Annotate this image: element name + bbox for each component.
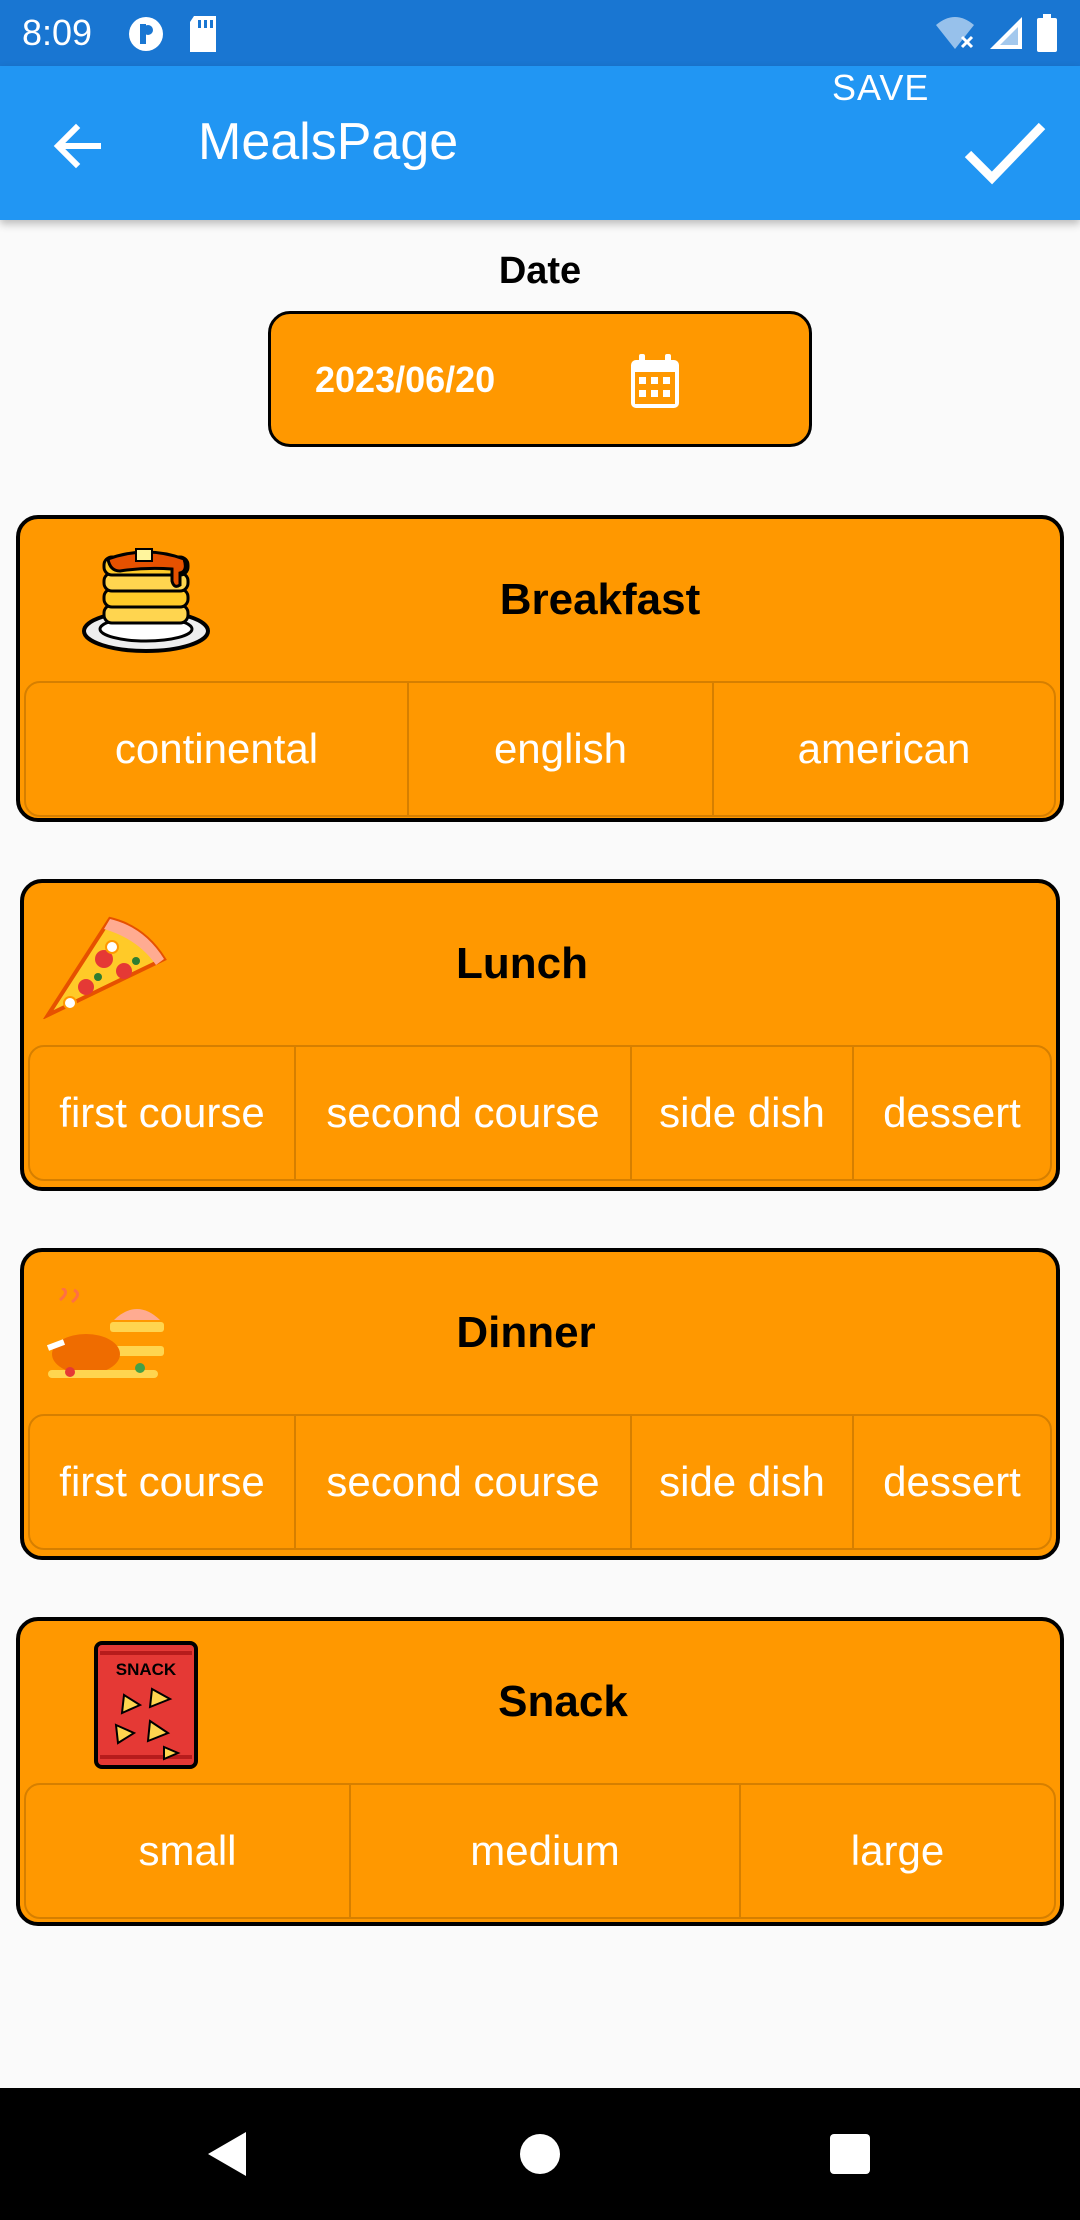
recents-square-icon — [830, 2134, 870, 2174]
option-second-course[interactable]: second course — [296, 1416, 632, 1548]
meal-options-breakfast: continental english american — [24, 681, 1056, 817]
navigation-bar — [0, 2088, 1080, 2220]
snack-bag-icon: SNACK — [94, 1641, 198, 1774]
nav-recents-button[interactable] — [820, 2124, 880, 2184]
option-large[interactable]: large — [741, 1785, 1054, 1917]
save-button[interactable] — [960, 106, 1048, 194]
wifi-off-icon — [934, 15, 976, 56]
pancakes-icon — [80, 545, 212, 662]
back-triangle-icon — [208, 2132, 246, 2176]
page-title: MealsPage — [198, 113, 459, 171]
roast-chicken-icon — [40, 1286, 170, 1389]
nav-back-button[interactable] — [198, 2124, 258, 2184]
option-side-dish[interactable]: side dish — [632, 1047, 854, 1179]
meal-card-lunch: Lunch first course second course side di… — [20, 879, 1060, 1191]
date-value: 2023/06/20 — [315, 359, 496, 400]
option-first-course[interactable]: first course — [30, 1047, 296, 1179]
sd-card-icon — [186, 14, 220, 59]
home-circle-icon — [520, 2134, 560, 2174]
snack-bag-label: SNACK — [116, 1660, 177, 1679]
option-american[interactable]: american — [714, 683, 1054, 815]
meal-title: Dinner — [456, 1308, 596, 1357]
meal-options-lunch: first course second course side dish des… — [28, 1045, 1052, 1181]
meal-title: Snack — [498, 1677, 628, 1726]
meal-title: Lunch — [456, 939, 588, 988]
save-label: SAVE — [832, 67, 930, 108]
option-dessert[interactable]: dessert — [854, 1416, 1050, 1548]
p-badge-icon — [126, 14, 166, 59]
option-side-dish[interactable]: side dish — [632, 1416, 854, 1548]
meal-options-snack: small medium large — [24, 1783, 1056, 1919]
meal-card-snack: SNACK Snack small medium large — [16, 1617, 1064, 1926]
app-bar: MealsPage SAVE — [0, 66, 1080, 220]
date-picker-field[interactable]: 2023/06/20 — [268, 311, 812, 447]
option-small[interactable]: small — [26, 1785, 351, 1917]
calendar-button[interactable] — [627, 352, 683, 412]
status-bar: 8:09 — [0, 0, 1080, 66]
back-button[interactable] — [48, 116, 108, 176]
date-label: Date — [498, 250, 582, 292]
option-continental[interactable]: continental — [26, 683, 409, 815]
status-time: 8:09 — [22, 12, 93, 53]
option-english[interactable]: english — [409, 683, 714, 815]
meal-title: Breakfast — [499, 575, 701, 624]
signal-icon — [988, 15, 1024, 56]
back-arrow-icon — [53, 123, 101, 169]
option-first-course[interactable]: first course — [30, 1416, 296, 1548]
option-second-course[interactable]: second course — [296, 1047, 632, 1179]
calendar-icon — [631, 354, 679, 408]
battery-icon — [1036, 14, 1058, 57]
checkmark-icon — [964, 122, 1046, 185]
meal-card-dinner: Dinner first course second course side d… — [20, 1248, 1060, 1560]
option-medium[interactable]: medium — [351, 1785, 741, 1917]
meal-card-breakfast: Breakfast continental english american — [16, 515, 1064, 822]
pizza-icon — [40, 907, 170, 1024]
meal-options-dinner: first course second course side dish des… — [28, 1414, 1052, 1550]
option-dessert[interactable]: dessert — [854, 1047, 1050, 1179]
nav-home-button[interactable] — [510, 2124, 570, 2184]
